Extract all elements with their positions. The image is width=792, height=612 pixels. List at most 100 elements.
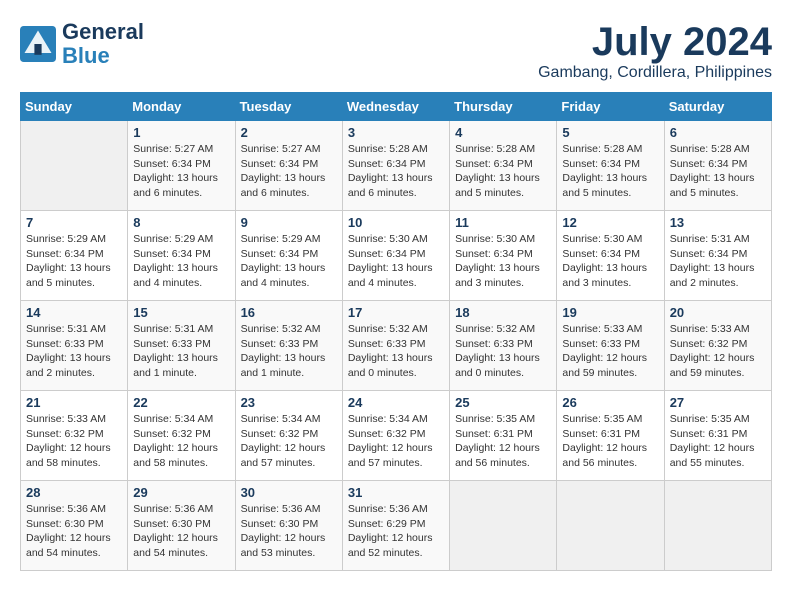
day-info: Sunrise: 5:35 AM Sunset: 6:31 PM Dayligh… [455,412,551,471]
calendar-cell: 20 Sunrise: 5:33 AM Sunset: 6:32 PM Dayli… [664,301,771,391]
day-info: Sunrise: 5:33 AM Sunset: 6:33 PM Dayligh… [562,322,658,381]
calendar-cell [450,481,557,571]
day-number: 21 [26,395,122,410]
day-number: 19 [562,305,658,320]
calendar-cell: 22 Sunrise: 5:34 AM Sunset: 6:32 PM Dayli… [128,391,235,481]
day-info: Sunrise: 5:31 AM Sunset: 6:33 PM Dayligh… [26,322,122,381]
day-info: Sunrise: 5:28 AM Sunset: 6:34 PM Dayligh… [455,142,551,201]
calendar-cell: 7 Sunrise: 5:29 AM Sunset: 6:34 PM Daylig… [21,211,128,301]
calendar-cell: 2 Sunrise: 5:27 AM Sunset: 6:34 PM Daylig… [235,121,342,211]
weekday-header: Saturday [664,93,771,121]
day-number: 31 [348,485,444,500]
month-title: July 2024 [538,20,772,64]
day-number: 26 [562,395,658,410]
calendar-cell: 21 Sunrise: 5:33 AM Sunset: 6:32 PM Dayli… [21,391,128,481]
calendar-cell: 3 Sunrise: 5:28 AM Sunset: 6:34 PM Daylig… [342,121,449,211]
calendar-cell: 25 Sunrise: 5:35 AM Sunset: 6:31 PM Dayli… [450,391,557,481]
day-number: 30 [241,485,337,500]
weekday-header: Tuesday [235,93,342,121]
day-info: Sunrise: 5:28 AM Sunset: 6:34 PM Dayligh… [348,142,444,201]
day-info: Sunrise: 5:35 AM Sunset: 6:31 PM Dayligh… [670,412,766,471]
day-number: 24 [348,395,444,410]
day-number: 12 [562,215,658,230]
day-info: Sunrise: 5:31 AM Sunset: 6:34 PM Dayligh… [670,232,766,291]
day-info: Sunrise: 5:27 AM Sunset: 6:34 PM Dayligh… [133,142,229,201]
day-info: Sunrise: 5:30 AM Sunset: 6:34 PM Dayligh… [348,232,444,291]
day-info: Sunrise: 5:33 AM Sunset: 6:32 PM Dayligh… [26,412,122,471]
day-info: Sunrise: 5:33 AM Sunset: 6:32 PM Dayligh… [670,322,766,381]
calendar-cell: 13 Sunrise: 5:31 AM Sunset: 6:34 PM Dayli… [664,211,771,301]
calendar-week-row: 1Sunrise: 5:27 AM Sunset: 6:34 PM Daylig… [21,121,772,211]
calendar-cell: 9 Sunrise: 5:29 AM Sunset: 6:34 PM Daylig… [235,211,342,301]
title-section: July 2024 Gambang, Cordillera, Philippin… [538,20,772,82]
calendar-cell: 12 Sunrise: 5:30 AM Sunset: 6:34 PM Dayli… [557,211,664,301]
day-info: Sunrise: 5:27 AM Sunset: 6:34 PM Dayligh… [241,142,337,201]
day-number: 27 [670,395,766,410]
day-number: 15 [133,305,229,320]
day-number: 18 [455,305,551,320]
calendar-cell: 10 Sunrise: 5:30 AM Sunset: 6:34 PM Dayli… [342,211,449,301]
calendar-cell: 11Sunrise: 5:30 AM Sunset: 6:34 PM Dayli… [450,211,557,301]
day-info: Sunrise: 5:34 AM Sunset: 6:32 PM Dayligh… [348,412,444,471]
calendar-week-row: 21 Sunrise: 5:33 AM Sunset: 6:32 PM Dayli… [21,391,772,481]
day-number: 2 [241,125,337,140]
calendar-header-row: SundayMondayTuesdayWednesdayThursdayFrid… [21,93,772,121]
day-info: Sunrise: 5:28 AM Sunset: 6:34 PM Dayligh… [562,142,658,201]
day-number: 14 [26,305,122,320]
day-number: 20 [670,305,766,320]
day-number: 3 [348,125,444,140]
calendar-cell: 15 Sunrise: 5:31 AM Sunset: 6:33 PM Dayli… [128,301,235,391]
day-number: 6 [670,125,766,140]
day-info: Sunrise: 5:36 AM Sunset: 6:29 PM Dayligh… [348,502,444,561]
calendar-cell: 4 Sunrise: 5:28 AM Sunset: 6:34 PM Daylig… [450,121,557,211]
day-number: 17 [348,305,444,320]
calendar-cell: 31 Sunrise: 5:36 AM Sunset: 6:29 PM Dayli… [342,481,449,571]
day-info: Sunrise: 5:32 AM Sunset: 6:33 PM Dayligh… [241,322,337,381]
calendar-cell: 19 Sunrise: 5:33 AM Sunset: 6:33 PM Dayli… [557,301,664,391]
day-info: Sunrise: 5:36 AM Sunset: 6:30 PM Dayligh… [133,502,229,561]
day-number: 16 [241,305,337,320]
calendar-cell: 6 Sunrise: 5:28 AM Sunset: 6:34 PM Daylig… [664,121,771,211]
weekday-header: Wednesday [342,93,449,121]
day-number: 4 [455,125,551,140]
day-number: 8 [133,215,229,230]
day-info: Sunrise: 5:29 AM Sunset: 6:34 PM Dayligh… [241,232,337,291]
calendar-table: SundayMondayTuesdayWednesdayThursdayFrid… [20,92,772,571]
calendar-cell: 18Sunrise: 5:32 AM Sunset: 6:33 PM Dayli… [450,301,557,391]
day-number: 13 [670,215,766,230]
day-info: Sunrise: 5:32 AM Sunset: 6:33 PM Dayligh… [348,322,444,381]
location-title: Gambang, Cordillera, Philippines [538,64,772,82]
day-number: 5 [562,125,658,140]
calendar-week-row: 28Sunrise: 5:36 AM Sunset: 6:30 PM Dayli… [21,481,772,571]
day-info: Sunrise: 5:29 AM Sunset: 6:34 PM Dayligh… [26,232,122,291]
calendar-body: 1Sunrise: 5:27 AM Sunset: 6:34 PM Daylig… [21,121,772,571]
day-number: 9 [241,215,337,230]
calendar-cell: 16 Sunrise: 5:32 AM Sunset: 6:33 PM Dayli… [235,301,342,391]
day-info: Sunrise: 5:28 AM Sunset: 6:34 PM Dayligh… [670,142,766,201]
logo-text: General Blue [62,20,144,68]
day-number: 22 [133,395,229,410]
weekday-header: Monday [128,93,235,121]
day-info: Sunrise: 5:29 AM Sunset: 6:34 PM Dayligh… [133,232,229,291]
day-info: Sunrise: 5:34 AM Sunset: 6:32 PM Dayligh… [133,412,229,471]
logo-icon [20,26,56,62]
calendar-cell: 14 Sunrise: 5:31 AM Sunset: 6:33 PM Dayli… [21,301,128,391]
weekday-header: Friday [557,93,664,121]
day-number: 23 [241,395,337,410]
day-info: Sunrise: 5:34 AM Sunset: 6:32 PM Dayligh… [241,412,337,471]
calendar-cell: 29Sunrise: 5:36 AM Sunset: 6:30 PM Dayli… [128,481,235,571]
day-info: Sunrise: 5:31 AM Sunset: 6:33 PM Dayligh… [133,322,229,381]
day-info: Sunrise: 5:30 AM Sunset: 6:34 PM Dayligh… [562,232,658,291]
calendar-cell: 8 Sunrise: 5:29 AM Sunset: 6:34 PM Daylig… [128,211,235,301]
calendar-cell: 26Sunrise: 5:35 AM Sunset: 6:31 PM Dayli… [557,391,664,481]
day-number: 25 [455,395,551,410]
weekday-header: Sunday [21,93,128,121]
calendar-cell: 17 Sunrise: 5:32 AM Sunset: 6:33 PM Dayli… [342,301,449,391]
day-number: 10 [348,215,444,230]
day-number: 7 [26,215,122,230]
calendar-cell: 30 Sunrise: 5:36 AM Sunset: 6:30 PM Dayli… [235,481,342,571]
day-info: Sunrise: 5:36 AM Sunset: 6:30 PM Dayligh… [241,502,337,561]
page-header: General Blue July 2024 Gambang, Cordille… [20,20,772,82]
calendar-cell: 28Sunrise: 5:36 AM Sunset: 6:30 PM Dayli… [21,481,128,571]
calendar-week-row: 7 Sunrise: 5:29 AM Sunset: 6:34 PM Daylig… [21,211,772,301]
